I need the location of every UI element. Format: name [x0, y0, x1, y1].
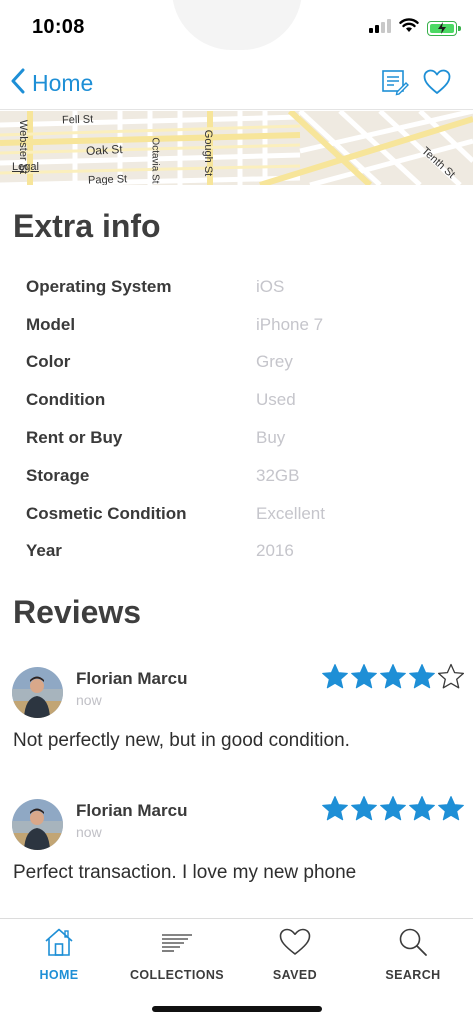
review-text: Perfect transaction. I love my new phone — [13, 862, 357, 883]
info-key: Cosmetic Condition — [26, 503, 187, 523]
info-row: Operating System iOS — [26, 268, 456, 306]
info-value: 32GB — [256, 465, 300, 485]
star-filled-icon — [321, 663, 349, 695]
info-row: Rent or Buy Buy — [26, 419, 456, 457]
home-icon — [43, 927, 75, 962]
heart-icon — [278, 927, 312, 962]
info-key: Storage — [26, 465, 90, 485]
collections-icon — [160, 927, 194, 962]
info-row: Color Grey — [26, 344, 456, 382]
tab-label: COLLECTIONS — [130, 968, 224, 982]
info-row: Condition Used — [26, 381, 456, 419]
extra-info-title: Extra info — [13, 208, 161, 244]
star-filled-icon — [379, 795, 407, 827]
avatar[interactable] — [12, 667, 63, 718]
search-icon — [397, 927, 429, 962]
info-value: iPhone 7 — [256, 314, 324, 334]
info-key: Operating System — [26, 276, 172, 296]
map-street-label: Page St — [87, 173, 128, 185]
info-row: Cosmetic Condition Excellent — [26, 495, 456, 533]
star-filled-icon — [350, 663, 378, 695]
review-text: Not perfectly new, but in good condition… — [13, 730, 350, 751]
info-row: Year 2016 — [26, 533, 456, 571]
signal-icon — [369, 18, 391, 38]
tab-label: HOME — [39, 968, 79, 982]
star-filled-icon — [408, 663, 436, 695]
map-legal-link[interactable]: Legal — [12, 161, 39, 173]
tab-saved[interactable]: SAVED — [236, 927, 354, 989]
tab-collections[interactable]: COLLECTIONS — [118, 927, 236, 989]
tab-label: SAVED — [272, 968, 318, 982]
info-value: Excellent — [256, 503, 325, 523]
device-notch — [172, 0, 302, 50]
review-rating — [321, 795, 465, 827]
info-value: Used — [256, 390, 296, 410]
info-key: Rent or Buy — [26, 428, 123, 448]
info-key: Year — [26, 541, 62, 561]
tab-home[interactable]: HOME — [0, 927, 118, 989]
info-value: iOS — [256, 276, 285, 296]
info-key: Model — [26, 314, 76, 334]
review-time: now — [76, 692, 102, 708]
map-street-label: Octavia St — [149, 137, 161, 184]
status-time: 10:08 — [32, 16, 85, 38]
extra-info-list: Operating System iOS Model iPhone 7 Color G… — [26, 268, 456, 570]
compose-note-icon[interactable] — [381, 68, 409, 96]
star-filled-icon — [379, 663, 407, 695]
nav-actions — [381, 68, 451, 96]
review-time: now — [76, 824, 102, 840]
location-map[interactable]: Fell St Oak St Page St Webster St Octavi… — [0, 111, 473, 185]
info-value: Buy — [256, 428, 286, 448]
status-bar: 10:08 — [0, 0, 473, 56]
info-row: Storage 32GB — [26, 457, 456, 495]
navigation-bar: Home — [0, 56, 473, 110]
info-key: Color — [26, 352, 71, 372]
back-label: Home — [32, 69, 94, 96]
heart-icon[interactable] — [423, 69, 451, 95]
map-street-label: Gough St — [202, 129, 215, 177]
chevron-left-icon — [10, 68, 26, 99]
back-button[interactable]: Home — [10, 64, 93, 102]
star-empty-icon — [437, 663, 465, 695]
tab-label: SEARCH — [385, 968, 441, 982]
info-value: Grey — [256, 352, 293, 372]
wifi-icon — [399, 18, 419, 38]
map-street-label: Fell St — [61, 113, 94, 127]
info-value: 2016 — [256, 541, 294, 561]
map-street-label: Oak St — [85, 142, 124, 158]
star-filled-icon — [350, 795, 378, 827]
reviews-title: Reviews — [13, 594, 142, 630]
info-key: Condition — [26, 390, 106, 410]
avatar[interactable] — [12, 799, 63, 850]
home-indicator — [152, 1006, 322, 1012]
battery-icon — [427, 20, 461, 36]
review-author: Florian Marcu — [76, 801, 188, 820]
tab-search[interactable]: SEARCH — [354, 927, 472, 989]
star-filled-icon — [408, 795, 436, 827]
review-rating — [321, 663, 465, 695]
review-author: Florian Marcu — [76, 669, 188, 688]
star-filled-icon — [437, 795, 465, 827]
status-icons — [369, 18, 461, 38]
info-row: Model iPhone 7 — [26, 306, 456, 344]
star-filled-icon — [321, 795, 349, 827]
